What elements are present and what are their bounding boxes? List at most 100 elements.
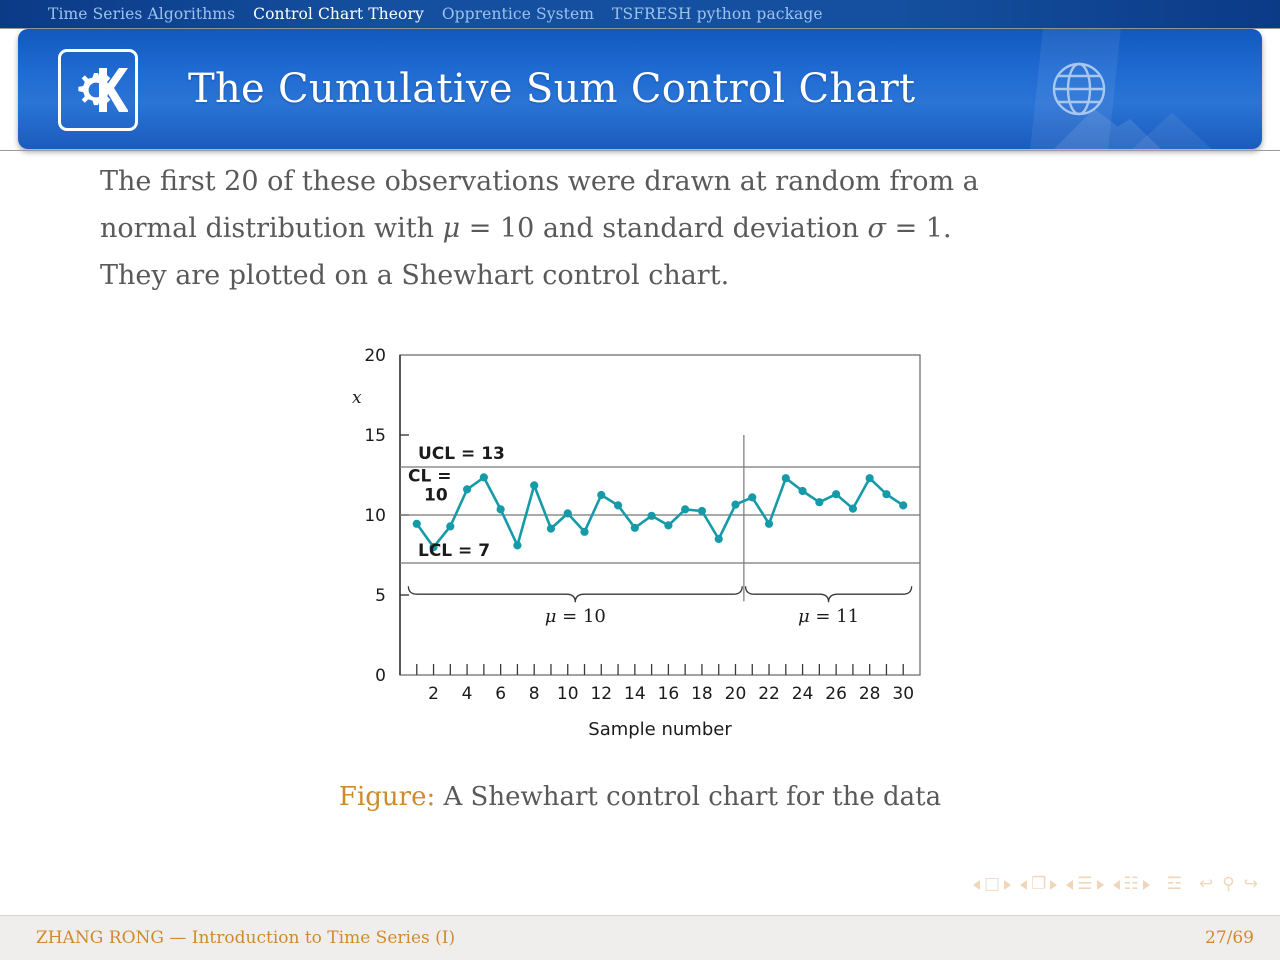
y-tick-label-15: 15 — [364, 426, 386, 446]
y-tick-label-0: 0 — [375, 666, 386, 686]
navsym-slide-group[interactable]: □ — [972, 876, 1012, 893]
x-tick-label-28: 28 — [859, 684, 881, 704]
slide-title-bar: The Cumulative Sum Control Chart — [18, 29, 1262, 149]
data-point — [496, 505, 505, 514]
data-point — [832, 490, 841, 499]
slide-body-text: The first 20 of these observations were … — [100, 158, 1160, 299]
navsym-frame-group[interactable]: ❐ — [1020, 876, 1058, 893]
prev-section-arrow-icon[interactable] — [1112, 879, 1120, 890]
y-tick-label-10: 10 — [364, 506, 386, 526]
y-tick-label-5: 5 — [375, 586, 386, 606]
shewhart-control-chart-figure: 0 5 10 15 20 x UCL = 13 CL = 10 LCL = 7 μ = … — [330, 335, 950, 745]
x-axis-label: Sample number — [588, 719, 732, 740]
next-subsection-arrow-icon[interactable] — [1096, 879, 1104, 890]
x-tick-label-14: 14 — [624, 684, 646, 704]
navigation-bar: Time Series Algorithms Control Chart The… — [0, 0, 1280, 28]
body-line-1: The first 20 of these observations were … — [100, 166, 979, 197]
next-section-arrow-icon[interactable] — [1142, 879, 1150, 890]
ucl-label: UCL = 13 — [418, 444, 505, 464]
mu-symbol: μ — [442, 213, 461, 244]
data-point — [630, 523, 639, 532]
lcl-label: LCL = 7 — [418, 541, 490, 561]
y-tick-label-20: 20 — [364, 346, 386, 366]
section-icon[interactable]: ☷ — [1124, 876, 1139, 893]
data-point — [764, 519, 774, 528]
sigma-symbol: σ — [867, 213, 886, 244]
footer-page-number: 27/69 — [1205, 928, 1254, 948]
prev-slide-arrow-icon[interactable] — [972, 879, 980, 890]
data-point — [580, 527, 589, 536]
data-point — [714, 534, 723, 544]
cl-label-line-1: CL = — [408, 466, 451, 486]
next-slide-arrow-icon[interactable] — [1004, 879, 1012, 890]
x-tick-label-6: 6 — [495, 684, 506, 704]
header-bottom-divider — [0, 150, 1280, 151]
data-point — [664, 521, 673, 530]
data-point — [781, 474, 790, 483]
slide-footer: ZHANG RONG — Introduction to Time Series… — [0, 915, 1280, 960]
data-point — [798, 486, 807, 496]
x-tick-label-30: 30 — [892, 684, 914, 704]
x-tick-label-24: 24 — [792, 684, 814, 704]
globe-icon — [1052, 62, 1106, 116]
nav-item-tsfresh-python-package[interactable]: TSFRESH python package — [612, 5, 823, 23]
data-point — [412, 519, 421, 528]
back-icon[interactable]: ↩ — [1199, 876, 1213, 893]
brace-label-mu-10: μ = 10 — [545, 606, 606, 627]
x-tick-label-22: 22 — [758, 684, 780, 704]
data-point — [899, 501, 908, 510]
data-point — [848, 504, 858, 513]
data-point — [681, 505, 690, 514]
nav-item-opprentice-system[interactable]: Opprentice System — [442, 5, 594, 23]
document-icon[interactable]: ☲ — [1167, 876, 1182, 893]
navsym-section-group[interactable]: ☷ — [1112, 876, 1150, 893]
x-tick-label-16: 16 — [658, 684, 680, 704]
x-tick-label-26: 26 — [825, 684, 847, 704]
body-line-3: They are plotted on a Shewhart control c… — [100, 260, 730, 291]
data-point — [731, 500, 740, 509]
x-axis-tick-labels: 2 4 6 8 10 12 14 16 18 20 22 24 26 28 30 — [428, 684, 914, 704]
figure-caption: Figure: A Shewhart control chart for the… — [0, 782, 1280, 812]
figure-caption-separator: : — [426, 782, 436, 812]
data-point — [479, 473, 488, 482]
prev-frame-arrow-icon[interactable] — [1020, 879, 1028, 890]
data-point — [882, 490, 891, 499]
next-frame-arrow-icon[interactable] — [1050, 879, 1058, 890]
data-point — [546, 524, 556, 533]
x-tick-label-18: 18 — [691, 684, 713, 704]
nav-item-list: Time Series Algorithms Control Chart The… — [48, 0, 823, 28]
decorative-mountain-shape-2 — [1130, 112, 1214, 149]
slide-icon[interactable]: □ — [984, 876, 1000, 893]
frame-icon[interactable]: ❐ — [1031, 876, 1046, 893]
x-tick-label-12: 12 — [590, 684, 612, 704]
beamer-navigation-symbols[interactable]: □ ❐ ☰ ☷ ☲ ↩ ⚲ ↪ — [972, 876, 1258, 893]
x-tick-label-4: 4 — [462, 684, 473, 704]
data-point — [597, 490, 606, 500]
page-title: The Cumulative Sum Control Chart — [188, 66, 916, 112]
y-axis-label: x — [352, 388, 362, 408]
nav-item-time-series-algorithms[interactable]: Time Series Algorithms — [48, 5, 235, 23]
data-point — [446, 522, 455, 531]
forward-icon[interactable]: ↪ — [1244, 876, 1258, 893]
x-tick-label-8: 8 — [529, 684, 540, 704]
data-point — [563, 509, 572, 518]
footer-author-title: ZHANG RONG — Introduction to Time Series… — [36, 928, 456, 948]
prev-subsection-arrow-icon[interactable] — [1066, 879, 1074, 890]
chart-canvas: 0 5 10 15 20 x UCL = 13 CL = 10 LCL = 7 μ = … — [352, 346, 921, 740]
x-tick-label-2: 2 — [428, 684, 439, 704]
nav-item-control-chart-theory[interactable]: Control Chart Theory — [253, 5, 424, 23]
x-tick-label-10: 10 — [557, 684, 579, 704]
subsection-icon[interactable]: ☰ — [1077, 876, 1092, 893]
data-point — [815, 498, 824, 507]
figure-caption-label: Figure — [338, 782, 427, 812]
cl-label-line-2: 10 — [424, 486, 448, 506]
x-tick-label-20: 20 — [725, 684, 747, 704]
data-point — [697, 506, 707, 516]
data-point — [462, 485, 472, 494]
kde-gear-k-logo-icon — [58, 49, 138, 131]
search-icon[interactable]: ⚲ — [1222, 876, 1234, 893]
body-line-2: normal distribution with μ = 10 and stan… — [100, 213, 952, 244]
brace-label-mu-11: μ = 11 — [798, 606, 859, 627]
figure-caption-text: A Shewhart control chart for the data — [435, 782, 942, 812]
navsym-subsection-group[interactable]: ☰ — [1066, 876, 1104, 893]
